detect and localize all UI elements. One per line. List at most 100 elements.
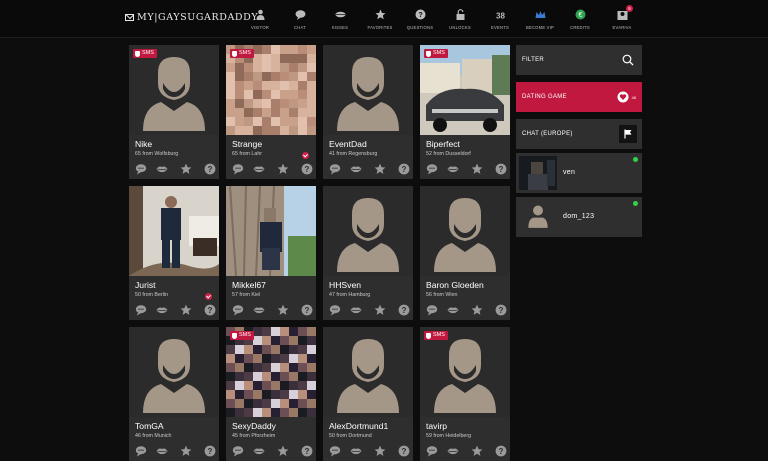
chat-bubble-icon[interactable] <box>135 304 147 316</box>
profile-photo[interactable] <box>420 327 510 417</box>
nav-unlocks[interactable]: UNLOCKS <box>440 6 480 34</box>
chat-bubble-icon[interactable] <box>329 445 341 457</box>
profile-photo[interactable] <box>129 45 219 135</box>
question-icon[interactable]: ? <box>301 304 313 316</box>
lips-icon[interactable] <box>253 304 265 316</box>
star-icon[interactable] <box>471 445 483 457</box>
question-icon[interactable]: ? <box>301 445 313 457</box>
brand-logo[interactable]: MY|GAYSUGARDADDY <box>125 12 258 23</box>
profile-photo[interactable] <box>129 186 219 276</box>
question-icon[interactable]: ? <box>495 304 507 316</box>
lips-icon[interactable] <box>350 163 362 175</box>
chat-bubble-icon[interactable] <box>426 163 438 175</box>
star-icon[interactable] <box>180 163 192 175</box>
question-icon[interactable]: ? <box>398 163 410 175</box>
profile-name[interactable]: Jurist <box>135 280 156 290</box>
profile-name[interactable]: Baron Gloeden <box>426 280 484 290</box>
question-icon[interactable]: ? <box>204 445 216 457</box>
profile-card[interactable]: Baron Gloeden 56 from Wien? <box>420 186 510 320</box>
lips-icon[interactable] <box>447 163 459 175</box>
nav-questions[interactable]: ? QUESTIONS <box>400 6 440 34</box>
chat-bubble-icon[interactable] <box>232 163 244 175</box>
star-icon[interactable] <box>471 163 483 175</box>
lips-icon[interactable] <box>350 304 362 316</box>
star-icon[interactable] <box>374 304 386 316</box>
nav-favorites[interactable]: FAVORITES <box>360 6 400 34</box>
question-icon[interactable]: ? <box>398 445 410 457</box>
profile-photo[interactable] <box>323 186 413 276</box>
chat-bubble-icon[interactable] <box>135 445 147 457</box>
question-icon[interactable]: ? <box>495 163 507 175</box>
online-user-dom[interactable]: dom_123 <box>516 197 642 237</box>
nav-credits[interactable]: € CREDITS <box>560 6 600 34</box>
nav-become-vip[interactable]: BECOME VIP <box>520 6 560 34</box>
profile-card[interactable]: AlexDortmund1 50 from Dortmund? <box>323 327 413 461</box>
profile-card[interactable]: SMS tavirp 59 from Heidelberg? <box>420 327 510 461</box>
chat-bubble-icon[interactable] <box>329 304 341 316</box>
nav-kisses[interactable]: KISSES <box>320 6 360 34</box>
star-icon[interactable] <box>277 304 289 316</box>
chat-bubble-icon[interactable] <box>232 445 244 457</box>
chat-europe-button[interactable]: CHAT (EUROPE) <box>516 119 642 149</box>
star-icon[interactable] <box>277 163 289 175</box>
profile-name[interactable]: SexyDaddy <box>232 421 276 431</box>
profile-photo[interactable] <box>323 45 413 135</box>
star-icon[interactable] <box>277 445 289 457</box>
profile-card[interactable]: SMS SexyDaddy 45 from Pforzheim? <box>226 327 316 461</box>
chat-bubble-icon[interactable] <box>426 445 438 457</box>
nav-evariva[interactable]: EVARIVA 6 <box>602 5 642 34</box>
question-icon[interactable]: ? <box>398 304 410 316</box>
lips-icon[interactable] <box>447 445 459 457</box>
chat-bubble-icon[interactable] <box>135 163 147 175</box>
online-user-ven[interactable]: ven <box>516 153 642 193</box>
profile-card[interactable]: SMS Biperfect 52 from Dusseldorf? <box>420 45 510 179</box>
lips-icon[interactable] <box>156 445 168 457</box>
star-icon[interactable] <box>180 445 192 457</box>
lips-icon[interactable] <box>156 163 168 175</box>
profile-name[interactable]: AlexDortmund1 <box>329 421 388 431</box>
profile-name[interactable]: Strange <box>232 139 262 149</box>
profile-card[interactable]: SMS Strange 65 from Lahr? <box>226 45 316 179</box>
question-icon[interactable]: ? <box>204 304 216 316</box>
profile-photo[interactable] <box>226 327 316 417</box>
profile-photo[interactable] <box>420 186 510 276</box>
nav-events[interactable]: 38 EVENTS <box>480 6 520 34</box>
question-icon[interactable]: ? <box>495 445 507 457</box>
star-icon[interactable] <box>374 163 386 175</box>
profile-photo[interactable] <box>226 45 316 135</box>
profile-photo[interactable] <box>323 327 413 417</box>
profile-name[interactable]: tavirp <box>426 421 447 431</box>
profile-name[interactable]: TomGA <box>135 421 164 431</box>
profile-name[interactable]: HHSven <box>329 280 361 290</box>
chat-bubble-icon[interactable] <box>329 163 341 175</box>
lips-icon[interactable] <box>156 304 168 316</box>
profile-photo[interactable] <box>226 186 316 276</box>
star-icon[interactable] <box>471 304 483 316</box>
profile-photo[interactable] <box>420 45 510 135</box>
profile-name[interactable]: EventDad <box>329 139 367 149</box>
star-icon[interactable] <box>374 445 386 457</box>
lips-icon[interactable] <box>350 445 362 457</box>
nav-visitor[interactable]: VISITOR <box>240 6 280 34</box>
profile-card[interactable]: Mikkel67 57 from Kiel? <box>226 186 316 320</box>
star-icon[interactable] <box>180 304 192 316</box>
chat-bubble-icon[interactable] <box>426 304 438 316</box>
profile-card[interactable]: TomGA 46 from Munich? <box>129 327 219 461</box>
profile-card[interactable]: SMS Nike 65 from Wolfsburg? <box>129 45 219 179</box>
profile-name[interactable]: Biperfect <box>426 139 460 149</box>
lips-icon[interactable] <box>253 445 265 457</box>
profile-name[interactable]: Nike <box>135 139 152 149</box>
lips-icon[interactable] <box>447 304 459 316</box>
filter-button[interactable]: FILTER <box>516 45 642 75</box>
chat-bubble-icon[interactable] <box>232 304 244 316</box>
profile-photo[interactable] <box>129 327 219 417</box>
profile-card[interactable]: Jurist 50 from Berlin? <box>129 186 219 320</box>
nav-chat[interactable]: CHAT <box>280 6 320 34</box>
profile-name[interactable]: Mikkel67 <box>232 280 266 290</box>
dating-game-button[interactable]: DATING GAME 48 <box>516 82 642 112</box>
lips-icon[interactable] <box>253 163 265 175</box>
question-icon[interactable]: ? <box>204 163 216 175</box>
profile-card[interactable]: HHSven 47 from Hamburg? <box>323 186 413 320</box>
question-icon[interactable]: ? <box>301 163 313 175</box>
profile-card[interactable]: EventDad 41 from Regensburg? <box>323 45 413 179</box>
